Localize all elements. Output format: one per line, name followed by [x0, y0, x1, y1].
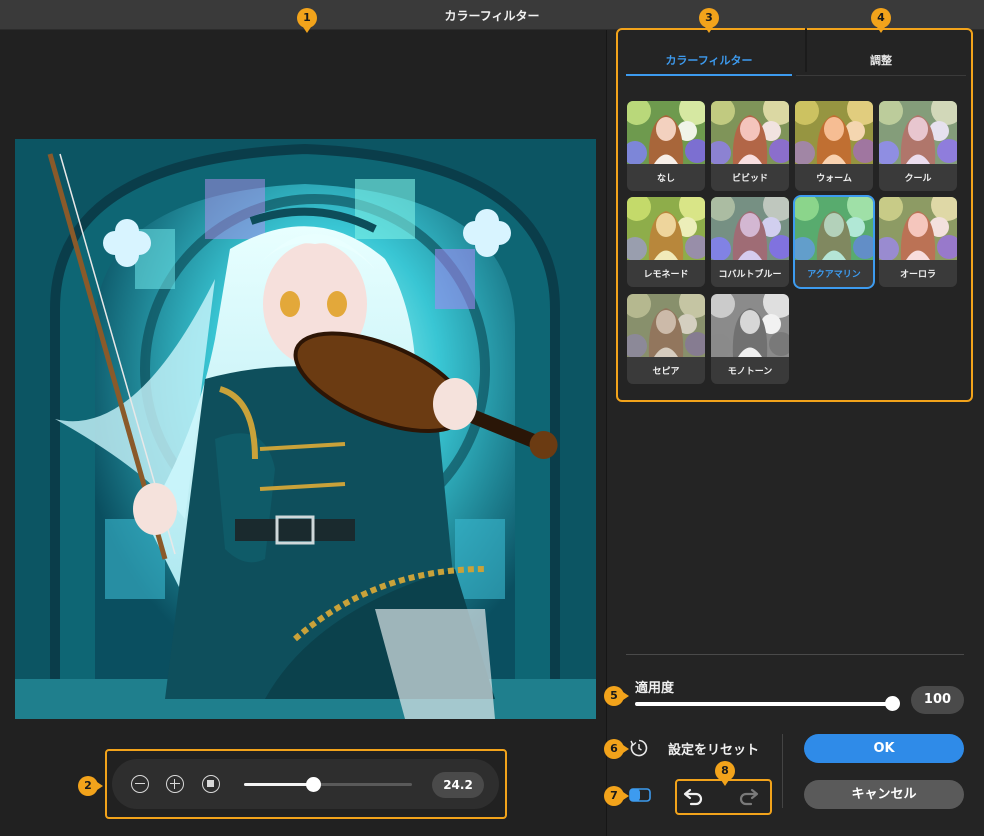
zoom-slider[interactable]	[244, 777, 412, 792]
tab-adjust[interactable]: 調整	[796, 46, 966, 76]
filter-label: クール	[904, 174, 932, 184]
annotation-marker-8: 8	[715, 761, 735, 786]
filter-thumbnail	[711, 197, 789, 260]
annotation-marker-1: 1	[297, 8, 317, 33]
filter-thumbnail	[879, 197, 957, 260]
annotation-marker-2: 2	[78, 776, 103, 796]
filter-label: なし	[656, 174, 675, 184]
strength-value[interactable]: 100	[911, 686, 964, 714]
filter-label: モノトーン	[727, 367, 773, 377]
filter-thumbnail	[795, 101, 873, 164]
filter-label: アクアマリン	[807, 270, 861, 280]
window-title: カラーフィルター	[444, 9, 540, 23]
fit-to-screen-icon[interactable]	[202, 775, 220, 793]
zoom-in-icon[interactable]	[166, 775, 184, 793]
filter-thumbnail	[795, 197, 873, 260]
button-separator	[782, 734, 783, 808]
filter-label: コバルトブルー	[718, 270, 782, 280]
zoom-slider-knob[interactable]	[305, 777, 321, 792]
strength-slider-fill	[635, 702, 893, 706]
filter-thumbnail	[711, 294, 789, 357]
filter-thumbnail	[879, 101, 957, 164]
filter-item[interactable]: なし	[627, 101, 705, 191]
filter-label: セピア	[652, 367, 680, 377]
title-bar: カラーフィルター	[0, 0, 984, 30]
annotation-marker-5: 5	[604, 686, 629, 706]
annotation-marker-4: 4	[871, 8, 891, 33]
reset-icon[interactable]	[629, 738, 649, 758]
filter-thumbnail	[627, 294, 705, 357]
filter-label: オーロラ	[899, 270, 936, 280]
zoom-toolbar: 24.2	[112, 759, 499, 809]
compare-icon[interactable]	[629, 787, 651, 803]
zoom-value: 24.2	[432, 772, 484, 798]
image-preview[interactable]	[15, 139, 596, 719]
filter-item[interactable]: オーロラ	[879, 197, 957, 287]
filter-item[interactable]: モノトーン	[711, 294, 789, 384]
filter-item[interactable]: セピア	[627, 294, 705, 384]
filter-item[interactable]: ビビッド	[711, 101, 789, 191]
annotation-marker-3: 3	[699, 8, 719, 33]
filter-item[interactable]: クール	[879, 101, 957, 191]
filter-thumbnail	[711, 101, 789, 164]
panel-divider	[626, 654, 964, 655]
ok-button[interactable]: OK	[804, 734, 964, 763]
undo-icon[interactable]	[682, 784, 706, 808]
cancel-button[interactable]: キャンセル	[804, 780, 964, 809]
filter-item[interactable]: アクアマリン	[795, 197, 873, 287]
annotation-marker-6: 6	[604, 739, 629, 759]
filter-thumbnail	[627, 101, 705, 164]
zoom-slider-fill	[244, 783, 313, 786]
filter-label: レモネード	[643, 270, 689, 280]
zoom-out-icon[interactable]	[131, 775, 149, 793]
filter-item[interactable]: レモネード	[627, 197, 705, 287]
reset-settings-button[interactable]: 設定をリセット	[668, 739, 759, 758]
preview-illustration	[15, 139, 596, 719]
redo-icon[interactable]	[736, 784, 760, 808]
strength-label: 適用度	[635, 681, 675, 696]
filter-item[interactable]: ウォーム	[795, 101, 873, 191]
filter-item[interactable]: コバルトブルー	[711, 197, 789, 287]
filter-label: ビビッド	[731, 174, 768, 184]
tab-color-filter[interactable]: カラーフィルター	[626, 46, 792, 76]
strength-slider-knob[interactable]	[885, 696, 900, 711]
filter-thumbnail	[627, 197, 705, 260]
filter-label: ウォーム	[816, 174, 852, 184]
annotation-marker-7: 7	[604, 786, 629, 806]
strength-slider[interactable]	[635, 696, 900, 711]
